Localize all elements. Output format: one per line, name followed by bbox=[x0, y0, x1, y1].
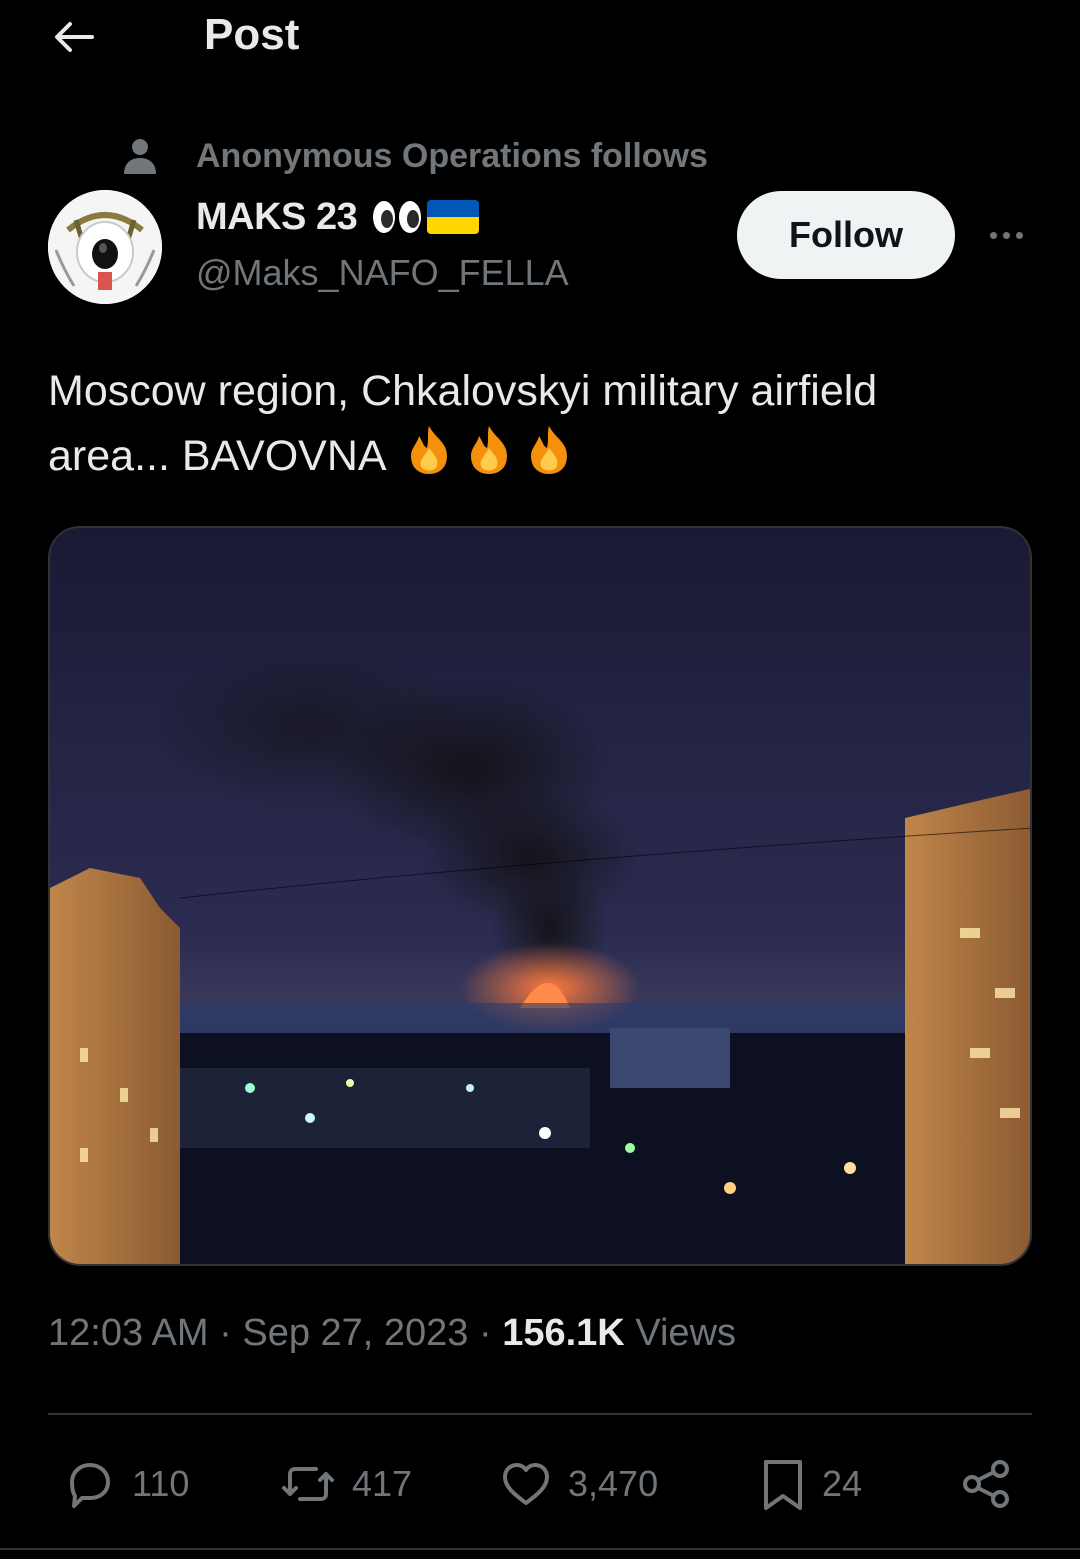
more-options-icon[interactable] bbox=[980, 212, 1032, 258]
post-time[interactable]: 12:03 AM bbox=[48, 1312, 209, 1354]
bookmark-icon bbox=[764, 1460, 802, 1510]
fire-icon bbox=[470, 426, 507, 474]
post-text-line-2-text: area... BAVOVNA bbox=[48, 432, 387, 480]
views-label: Views bbox=[635, 1312, 737, 1354]
post-text-line-2: area... BAVOVNA bbox=[48, 422, 1038, 487]
author-handle[interactable]: @Maks_NAFO_FELLA bbox=[196, 252, 569, 294]
top-bar: Post bbox=[0, 0, 1080, 80]
reply-icon bbox=[70, 1463, 110, 1508]
ukraine-flag-icon bbox=[427, 200, 480, 234]
like-count: 3,470 bbox=[568, 1463, 659, 1504]
repost-count: 417 bbox=[352, 1463, 413, 1504]
social-context-text: Anonymous Operations follows bbox=[196, 137, 708, 175]
post-media-image[interactable] bbox=[48, 526, 1032, 1266]
follow-button[interactable]: Follow bbox=[737, 191, 955, 279]
author-name-row[interactable]: MAKS 23 bbox=[196, 192, 480, 242]
views-count: 156.1K bbox=[502, 1312, 625, 1354]
share-button[interactable] bbox=[958, 1456, 1014, 1512]
bottom-divider bbox=[0, 1548, 1080, 1550]
night-fire-photo bbox=[50, 528, 1030, 1264]
post-text-line-1: Moscow region, Chkalovskyi military airf… bbox=[48, 367, 878, 415]
person-icon bbox=[120, 136, 160, 176]
repost-icon bbox=[282, 1467, 334, 1501]
share-icon bbox=[963, 1460, 1009, 1508]
avatar[interactable] bbox=[48, 190, 162, 304]
action-bar: 110 417 3,470 24 bbox=[0, 1440, 1080, 1528]
fire-icon bbox=[530, 426, 567, 474]
post-date[interactable]: Sep 27, 2023 bbox=[242, 1312, 468, 1354]
bookmark-button[interactable]: 24 bbox=[758, 1456, 862, 1512]
heart-icon bbox=[503, 1463, 549, 1505]
doge-avatar-image bbox=[48, 190, 162, 304]
divider bbox=[48, 1413, 1032, 1415]
fire-emojis bbox=[401, 422, 577, 478]
eyes-emoji-icon bbox=[371, 197, 423, 237]
author-display-name[interactable]: MAKS 23 bbox=[196, 196, 358, 239]
post-meta: 12:03 AM · Sep 27, 2023 · 156.1K Views bbox=[48, 1312, 736, 1355]
separator: · bbox=[479, 1312, 492, 1354]
separator: · bbox=[219, 1312, 232, 1354]
repost-button[interactable]: 417 bbox=[278, 1456, 412, 1512]
back-button[interactable] bbox=[48, 14, 100, 60]
page-title: Post bbox=[204, 10, 300, 59]
bookmark-count: 24 bbox=[822, 1463, 863, 1504]
post-text: Moscow region, Chkalovskyi military airf… bbox=[48, 360, 1038, 487]
like-button[interactable]: 3,470 bbox=[498, 1456, 658, 1512]
back-arrow-icon bbox=[55, 22, 94, 52]
fire-icon bbox=[410, 426, 447, 474]
social-context[interactable]: Anonymous Operations follows bbox=[120, 134, 708, 178]
reply-count: 110 bbox=[132, 1463, 190, 1504]
reply-button[interactable]: 110 bbox=[62, 1456, 189, 1512]
